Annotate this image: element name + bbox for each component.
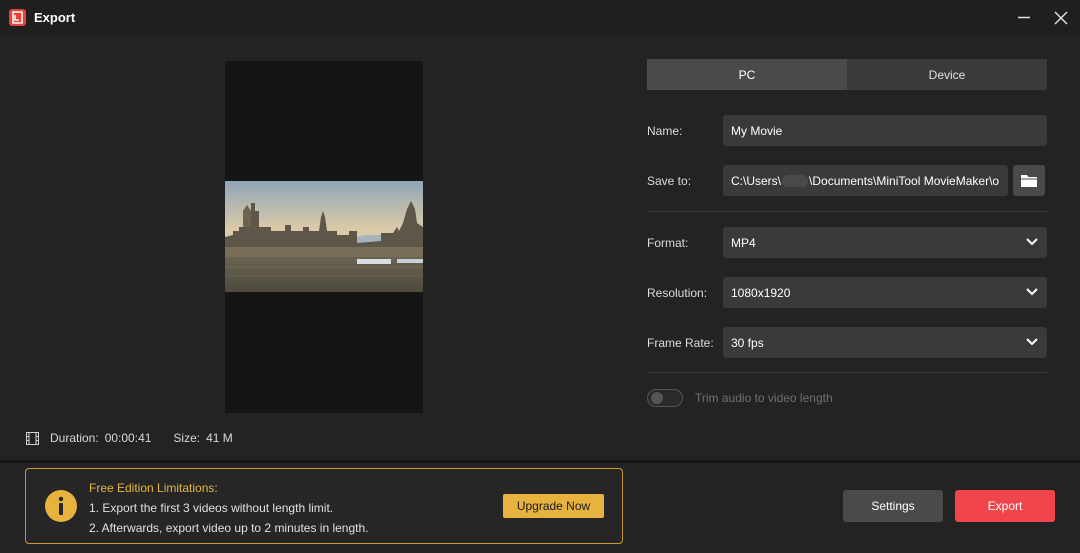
- frame-rate-value: 30 fps: [731, 335, 764, 350]
- upgrade-now-button[interactable]: Upgrade Now: [503, 494, 604, 518]
- info-icon: [45, 490, 77, 522]
- duration-label: Duration:: [50, 431, 99, 445]
- name-label: Name:: [647, 124, 683, 138]
- tab-device[interactable]: Device: [847, 59, 1047, 90]
- format-value: MP4: [731, 235, 756, 250]
- size-label: Size:: [173, 431, 201, 445]
- toggle-knob: [651, 392, 663, 404]
- limitations-title: Free Edition Limitations:: [89, 481, 218, 495]
- folder-icon: [1021, 175, 1037, 187]
- video-info: Duration: 00:00:41 Size: 41 M: [26, 430, 255, 446]
- format-select[interactable]: MP4: [723, 227, 1047, 258]
- save-to-label: Save to:: [647, 174, 692, 188]
- browse-folder-button[interactable]: [1013, 165, 1045, 196]
- frame-rate-label: Frame Rate:: [647, 336, 714, 350]
- limitation-line-2: 2. Afterwards, export video up to 2 minu…: [89, 521, 369, 535]
- duration-value: 00:00:41: [104, 431, 152, 445]
- name-input[interactable]: My Movie: [723, 115, 1047, 146]
- free-edition-limitations-panel: Free Edition Limitations: 1. Export the …: [25, 468, 623, 544]
- divider: [647, 211, 1047, 212]
- chevron-down-icon: [1026, 238, 1038, 246]
- destination-tabs: PC Device: [647, 59, 1047, 90]
- trim-audio-label: Trim audio to video length: [695, 391, 833, 405]
- size-value: 41 M: [206, 431, 233, 445]
- minimize-button[interactable]: [1011, 6, 1037, 30]
- redacted-username: [782, 174, 809, 187]
- footer-separator: [0, 460, 1080, 463]
- chevron-down-icon: [1026, 288, 1038, 296]
- resolution-label: Resolution:: [647, 286, 708, 300]
- format-label: Format:: [647, 236, 689, 250]
- save-path-input[interactable]: C:\Users\ \Documents\MiniTool MovieMaker…: [723, 165, 1008, 196]
- export-button[interactable]: Export: [955, 490, 1055, 522]
- close-button[interactable]: [1048, 6, 1074, 30]
- resolution-value: 1080x1920: [731, 285, 791, 300]
- save-path-suffix: \Documents\MiniTool MovieMaker\o: [809, 173, 1000, 188]
- chevron-down-icon: [1026, 338, 1038, 346]
- trim-audio-toggle[interactable]: [647, 389, 683, 407]
- close-icon: [1054, 11, 1068, 25]
- preview-thumbnail: [225, 181, 423, 292]
- name-value: My Movie: [731, 123, 783, 138]
- minimize-icon: [1018, 16, 1030, 19]
- minitool-moviemaker-logo-icon: [9, 9, 26, 26]
- resolution-select[interactable]: 1080x1920: [723, 277, 1047, 308]
- limitation-line-1: 1. Export the first 3 videos without len…: [89, 501, 334, 515]
- title-bar: Export: [0, 0, 1080, 35]
- divider: [647, 372, 1047, 373]
- video-preview: [225, 61, 423, 413]
- settings-button[interactable]: Settings: [843, 490, 943, 522]
- save-path-prefix: C:\Users\: [731, 173, 782, 188]
- tab-pc[interactable]: PC: [647, 59, 847, 90]
- film-icon: [26, 431, 39, 445]
- window-title: Export: [34, 10, 76, 25]
- frame-rate-select[interactable]: 30 fps: [723, 327, 1047, 358]
